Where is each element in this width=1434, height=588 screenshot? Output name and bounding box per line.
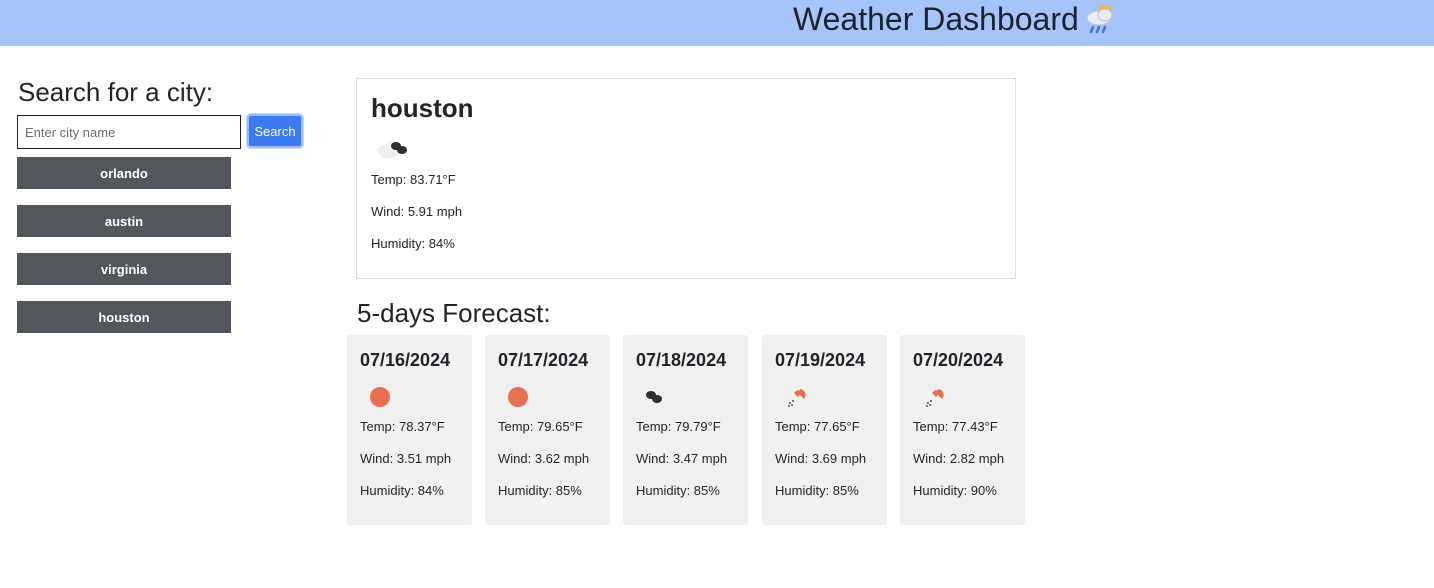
light-rain-icon	[788, 389, 806, 407]
light-rain-icon	[926, 389, 944, 407]
forecast-temp: Temp: 77.65°F	[775, 419, 860, 434]
forecast-humidity: Humidity: 85%	[498, 483, 582, 498]
history-button-orlando[interactable]: orlando	[17, 157, 231, 189]
forecast-date: 07/16/2024	[360, 350, 451, 370]
app-title: Weather Dashboard	[793, 1, 1079, 37]
forecast-card: 07/16/2024 Temp: 78.37°F Wind: 3.51 mph …	[347, 335, 472, 525]
history-button-houston[interactable]: houston	[17, 301, 231, 333]
clear-sun-icon	[370, 387, 390, 407]
current-city-name: houston	[371, 93, 474, 123]
forecast-wind: Wind: 3.62 mph	[498, 451, 590, 466]
forecast-wind: Wind: 3.69 mph	[775, 451, 867, 466]
forecast-date: 07/18/2024	[636, 350, 727, 370]
current-wind: Wind: 5.91 mph	[371, 204, 463, 219]
forecast-humidity: Humidity: 90%	[913, 483, 997, 498]
forecast-date: 07/19/2024	[775, 350, 866, 370]
forecast-card: 07/19/2024 Temp: 77.65°F Wind: 3.69 mph …	[762, 335, 887, 525]
history-button-austin[interactable]: austin	[17, 205, 231, 237]
forecast-temp: Temp: 77.43°F	[913, 419, 998, 434]
current-humidity: Humidity: 84%	[371, 236, 455, 251]
forecast-card: 07/20/2024 Temp: 77.43°F Wind: 2.82 mph …	[900, 335, 1025, 525]
forecast-wind: Wind: 3.51 mph	[360, 451, 452, 466]
forecast-humidity: Humidity: 85%	[636, 483, 720, 498]
forecast-date: 07/20/2024	[913, 350, 1004, 370]
search-button[interactable]: Search	[247, 114, 303, 148]
forecast-temp: Temp: 78.37°F	[360, 419, 445, 434]
forecast-wind: Wind: 3.47 mph	[636, 451, 728, 466]
broken-clouds-icon	[646, 391, 662, 403]
forecast-temp: Temp: 79.65°F	[498, 419, 583, 434]
forecast-date: 07/17/2024	[498, 350, 589, 370]
current-weather-card: houston Temp: 83.71°F Wind: 5.91 mph Hum…	[356, 78, 1016, 279]
forecast-heading: 5-days Forecast:	[357, 298, 551, 328]
city-search-input[interactable]	[17, 115, 241, 149]
header-title: Weather Dashboard	[793, 1, 1119, 37]
forecast-card: 07/17/2024 Temp: 79.65°F Wind: 3.62 mph …	[485, 335, 610, 525]
search-heading: Search for a city:	[18, 77, 214, 107]
cloud-rain-sun-icon	[1086, 5, 1113, 34]
current-temp: Temp: 83.71°F	[371, 172, 456, 187]
forecast-temp: Temp: 79.79°F	[636, 419, 721, 434]
forecast-humidity: Humidity: 85%	[775, 483, 859, 498]
forecast-humidity: Humidity: 84%	[360, 483, 444, 498]
clear-sun-icon	[508, 387, 528, 407]
forecast-wind: Wind: 2.82 mph	[913, 451, 1005, 466]
forecast-card: 07/18/2024 Temp: 79.79°F Wind: 3.47 mph …	[623, 335, 748, 525]
page-header: Weather Dashboard	[0, 0, 1434, 46]
broken-clouds-icon	[377, 141, 407, 158]
history-button-virginia[interactable]: virginia	[17, 253, 231, 285]
